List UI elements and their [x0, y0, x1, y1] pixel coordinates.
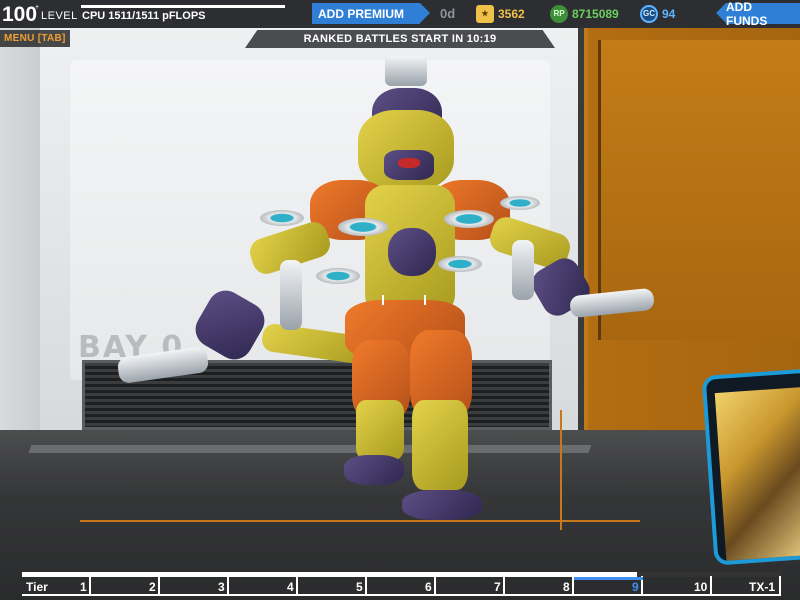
tech-point-icon: ★: [476, 4, 494, 23]
robot-left-hand-gun: [280, 260, 302, 330]
tier-number-2: 2: [149, 580, 156, 594]
galaxy-coins-value: 94: [662, 6, 676, 21]
menu-tab-button[interactable]: MENU [TAB]: [0, 30, 70, 47]
player-level-plus: +: [35, 4, 40, 11]
galaxy-coins: GC 94: [640, 3, 675, 24]
tier-number-3: 3: [218, 580, 225, 594]
robot-right-hand-gun: [512, 240, 534, 300]
galaxy-coins-icon: GC: [640, 4, 658, 23]
robot-right-shin: [412, 400, 468, 490]
robot-left-gun: [116, 345, 210, 385]
robit-points: RP 8715089: [550, 3, 619, 24]
tier-number-6: 6: [425, 580, 432, 594]
tier-number-9: 9: [632, 580, 639, 594]
hover-disc-center-right: [444, 210, 494, 228]
player-level: 100: [2, 3, 38, 26]
hover-disc-left-mid: [316, 268, 360, 284]
hover-disc-center-left: [338, 218, 388, 236]
hover-disc-right-top: [500, 196, 540, 210]
tier-number-10: 10: [694, 580, 708, 594]
ranked-battles-banner: RANKED BATTLES START IN 10:19: [245, 30, 555, 48]
tier-number-7: 7: [494, 580, 501, 594]
robit-points-value: 8715089: [572, 6, 619, 21]
tier-number-5: 5: [356, 580, 363, 594]
add-premium-button[interactable]: ADD PREMIUM: [312, 3, 430, 24]
hover-disc-right-mid: [438, 256, 482, 272]
robit-points-icon: RP: [550, 4, 568, 23]
cpu-bar: [81, 5, 285, 8]
garage-scene: BAY 0: [0, 0, 800, 600]
robot-right-foot: [402, 490, 482, 520]
tier-bar: Tier 1 2 3 4 5 6 7 8 9 10 TX-1: [22, 572, 782, 600]
hover-disc-left-top: [260, 210, 304, 226]
tier-number-8: 8: [563, 580, 570, 594]
premium-days: 0d: [440, 6, 456, 21]
crosshair-icon: [382, 295, 426, 305]
tier-number-1: 1: [80, 580, 87, 594]
robot-left-shin: [356, 400, 404, 460]
robot-left-foot: [344, 455, 404, 485]
robot-model[interactable]: [0, 0, 800, 600]
tier-number-4: 4: [287, 580, 294, 594]
tech-points: ★ 3562: [476, 3, 525, 24]
player-level-label: LEVEL: [41, 10, 78, 22]
tech-points-value: 3562: [498, 6, 525, 21]
robot-head-gun: [385, 56, 427, 86]
tier-active-indicator: [574, 577, 643, 580]
cpu-bar-fill: [81, 5, 285, 8]
cpu-readout: CPU 1511/1511 pFLOPS: [82, 10, 206, 22]
add-funds-button[interactable]: ADD FUNDS: [716, 0, 800, 28]
robot-eye: [398, 158, 420, 168]
top-hud-bar: 100 + LEVEL CPU 1511/1511 pFLOPS ADD PRE…: [0, 0, 800, 28]
robot-chest-core: [388, 228, 436, 276]
tier-number-TX-1: TX-1: [749, 580, 776, 594]
